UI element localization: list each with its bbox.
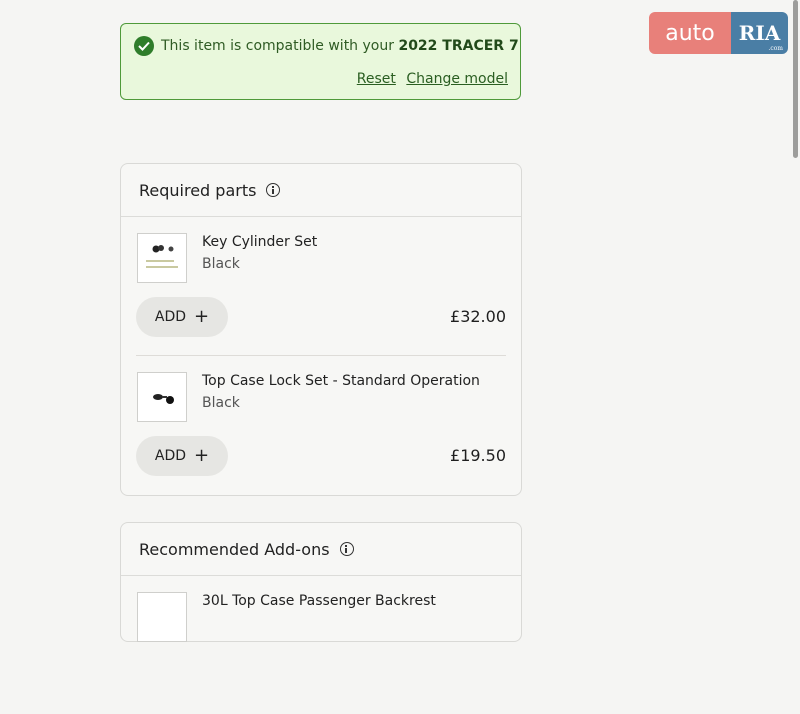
autoria-watermark-logo: auto RIA .com <box>649 12 788 54</box>
plus-icon: + <box>194 445 210 466</box>
info-icon[interactable] <box>339 542 354 556</box>
vehicle-model: 2022 TRACER 7 <box>398 38 519 54</box>
recommended-addons-card: Recommended Add-ons 30L Top Case Passeng… <box>120 522 522 642</box>
product-price: £32.00 <box>450 307 506 326</box>
list-item: Top Case Lock Set - Standard Operation B… <box>136 355 506 494</box>
product-name[interactable]: 30L Top Case Passenger Backrest <box>202 593 436 609</box>
add-button[interactable]: ADD + <box>136 297 228 337</box>
required-parts-card: Required parts Key Cylinder Set Black AD… <box>120 163 522 496</box>
product-color: Black <box>202 395 240 411</box>
product-name[interactable]: Top Case Lock Set - Standard Operation <box>202 373 480 389</box>
add-button[interactable]: ADD + <box>136 436 228 476</box>
product-name[interactable]: Key Cylinder Set <box>202 234 317 250</box>
reset-link[interactable]: Reset <box>357 71 396 87</box>
compatibility-banner: This item is compatible with your 2022 T… <box>120 23 521 100</box>
change-model-link[interactable]: Change model <box>406 71 508 87</box>
compatibility-message: This item is compatible with your 2022 T… <box>161 38 519 54</box>
product-thumbnail[interactable] <box>137 233 187 283</box>
info-icon[interactable] <box>266 183 281 197</box>
product-price: £19.50 <box>450 446 506 465</box>
plus-icon: + <box>194 306 210 327</box>
check-circle-icon <box>134 36 154 56</box>
list-item: Key Cylinder Set Black ADD + £32.00 <box>136 217 506 355</box>
required-parts-header: Required parts <box>121 164 521 217</box>
product-thumbnail[interactable] <box>137 372 187 422</box>
section-title: Recommended Add-ons <box>139 539 330 559</box>
scrollbar[interactable] <box>793 0 798 158</box>
section-title: Required parts <box>139 180 257 200</box>
list-item: 30L Top Case Passenger Backrest <box>136 576 506 714</box>
recommended-addons-header: Recommended Add-ons <box>121 523 521 576</box>
product-color: Black <box>202 256 240 272</box>
